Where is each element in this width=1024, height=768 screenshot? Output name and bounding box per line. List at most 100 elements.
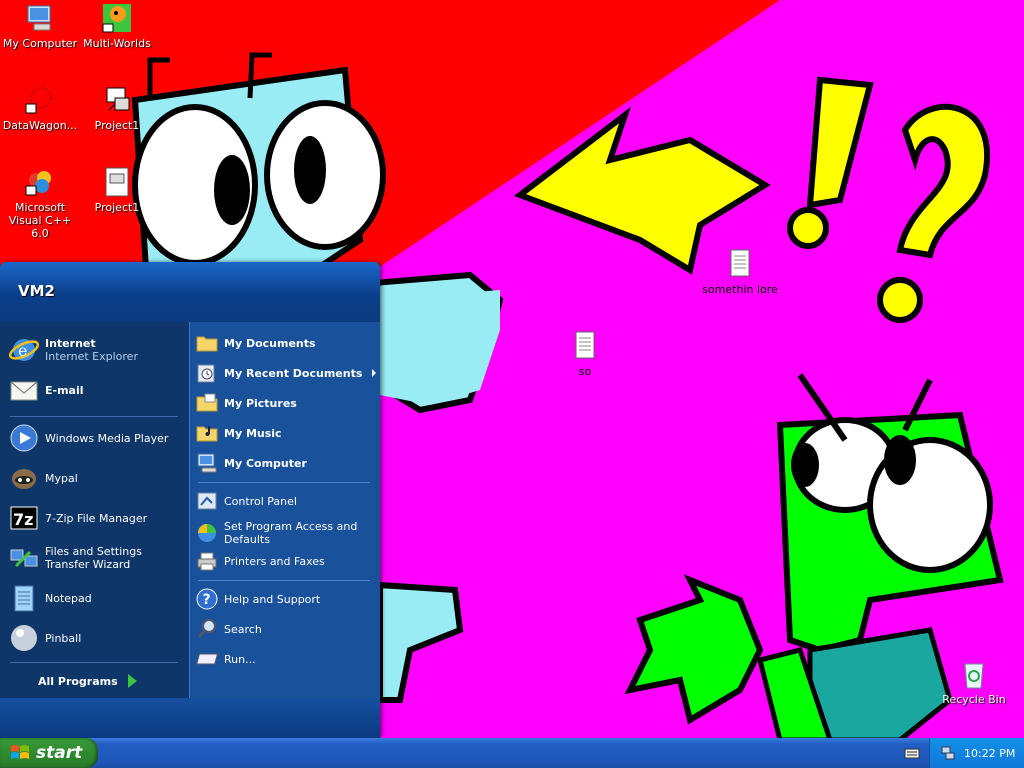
desktop-icon-label: DataWagon... [2,119,78,132]
start-item-my-computer[interactable]: My Computer [196,450,376,476]
music-folder-icon [196,426,218,442]
start-item-label: Files and Settings Transfer Wizard [45,545,142,571]
desktop-icon-project1-b[interactable]: Project1 [77,166,157,214]
start-item-label: Pinball [45,631,82,645]
start-item-label: Internet [45,337,96,350]
start-item-label: E-mail [45,383,84,397]
visual-cpp-icon [25,171,51,196]
start-item-label: Set Program Access and Defaults [224,520,358,546]
desktop-icon-my-computer[interactable]: My Computer [0,2,80,50]
start-item-label: Search [224,622,262,636]
submenu-arrow-icon [372,369,376,377]
start-item-pinball[interactable]: Pinball [8,620,186,656]
7zip-icon: 7z [10,506,38,530]
start-item-label: Help and Support [224,592,321,606]
desktop-icon-label: Microsoft Visual C++ 6.0 [8,201,72,240]
start-item-control-panel[interactable]: Control Panel [196,488,376,514]
all-programs-button[interactable]: All Programs [38,674,137,688]
start-item-label: 7-Zip File Manager [45,511,148,525]
all-programs-label: All Programs [38,674,118,688]
start-item-transfer-wizard[interactable]: Files and Settings Transfer Wizard [8,540,188,576]
start-item-label: My Documents [224,336,316,350]
right-pane-separator [198,482,370,483]
desktop-icon-so[interactable]: so [545,330,625,378]
pictures-folder-icon [196,393,218,412]
help-icon: ? [196,588,218,610]
start-item-windows-media-player[interactable]: Windows Media Player [8,420,186,456]
start-item-my-recent-documents[interactable]: My Recent Documents [196,360,376,386]
desktop-icon-multi-worlds[interactable]: Multi-Worlds [77,2,157,50]
shortcut-icon [25,87,52,114]
start-item-7zip[interactable]: 7z 7-Zip File Manager [8,500,186,536]
shortcut-icon [102,4,131,33]
start-item-search[interactable]: Search [196,616,376,642]
start-menu-user-header: VM2 [0,262,380,322]
desktop-icon-label: My Computer [2,37,78,50]
start-item-my-music[interactable]: My Music [196,420,376,446]
start-item-run[interactable]: Run... [196,646,376,672]
start-item-printers-and-faxes[interactable]: Printers and Faxes [196,548,376,574]
start-item-label: My Computer [224,456,307,470]
start-item-label: Mypal [45,471,78,485]
desktop-icon-label: Recycle Bin [942,693,1006,706]
text-file-icon [575,331,595,359]
desktop-icon-project1-a[interactable]: Project1 [77,84,157,132]
svg-text:e: e [18,341,27,360]
internet-explorer-icon: e [8,339,40,361]
vb-project-icon [106,87,130,111]
start-button[interactable]: start [0,738,98,768]
start-item-set-program-access[interactable]: Set Program Access and Defaults [196,518,376,548]
recent-docs-icon [197,364,215,383]
printer-icon [197,552,217,571]
desktop-icon-visual-cpp[interactable]: Microsoft Visual C++ 6.0 [0,166,80,240]
start-item-help-and-support[interactable]: ? Help and Support [196,586,376,612]
desktop-icon-somethin-lore[interactable]: somethin lore [700,248,780,296]
start-item-sublabel: Internet Explorer [45,350,138,363]
start-item-label: My Recent Documents [224,366,363,380]
start-item-my-documents[interactable]: My Documents [196,330,376,356]
desktop-icon-recycle-bin[interactable]: Recycle Bin [934,658,1014,706]
start-menu-footer [0,698,380,738]
desktop-icon-datawagon[interactable]: DataWagon... [0,84,80,132]
desktop-icon-label: Project1 [94,119,140,132]
start-item-label: My Music [224,426,282,440]
start-label: start [36,743,83,763]
keyboard-icon[interactable] [904,746,920,760]
start-item-mypal[interactable]: Mypal [8,460,186,496]
green-arrow-icon [127,674,137,688]
recycle-bin-icon [964,663,984,689]
svg-text:7z: 7z [13,510,33,529]
start-item-email[interactable]: E-mail [8,372,186,408]
start-item-my-pictures[interactable]: My Pictures [196,390,376,416]
start-menu-left-pane: e Internet Internet Explorer E-mail Windo… [0,322,189,698]
system-tray: 10:22 PM [929,738,1024,768]
media-player-icon [10,424,38,452]
start-item-label: Run... [224,652,256,666]
desktop-icon-label: Multi-Worlds [83,37,151,50]
svg-text:?: ? [203,592,211,608]
network-icon[interactable] [940,745,956,761]
desktop-icon-label: Project1 [94,201,140,214]
desktop-icon-label: somethin lore [702,283,778,296]
start-item-notepad[interactable]: Notepad [8,580,186,616]
start-menu: VM2 e Internet Internet Explorer E-mail W… [0,262,380,738]
user-name: VM2 [18,282,55,300]
start-item-internet[interactable]: e Internet Internet Explorer [8,332,186,368]
start-item-label: Windows Media Player [45,431,169,445]
clock[interactable]: 10:22 PM [964,747,1015,760]
left-pane-separator [10,416,178,417]
my-computer-icon [197,453,217,473]
control-panel-icon [197,492,217,510]
mypal-icon [12,469,36,489]
transfer-wizard-icon [10,549,38,568]
left-pane-separator [10,662,178,663]
start-item-label: Printers and Faxes [224,554,325,568]
vb-project-icon [105,167,129,197]
search-icon [197,619,216,638]
start-item-label: Control Panel [224,494,297,508]
pinball-icon [11,625,37,651]
start-item-label: My Pictures [224,396,297,410]
run-icon [196,653,218,665]
program-access-icon [198,524,216,542]
folder-icon [196,336,218,352]
